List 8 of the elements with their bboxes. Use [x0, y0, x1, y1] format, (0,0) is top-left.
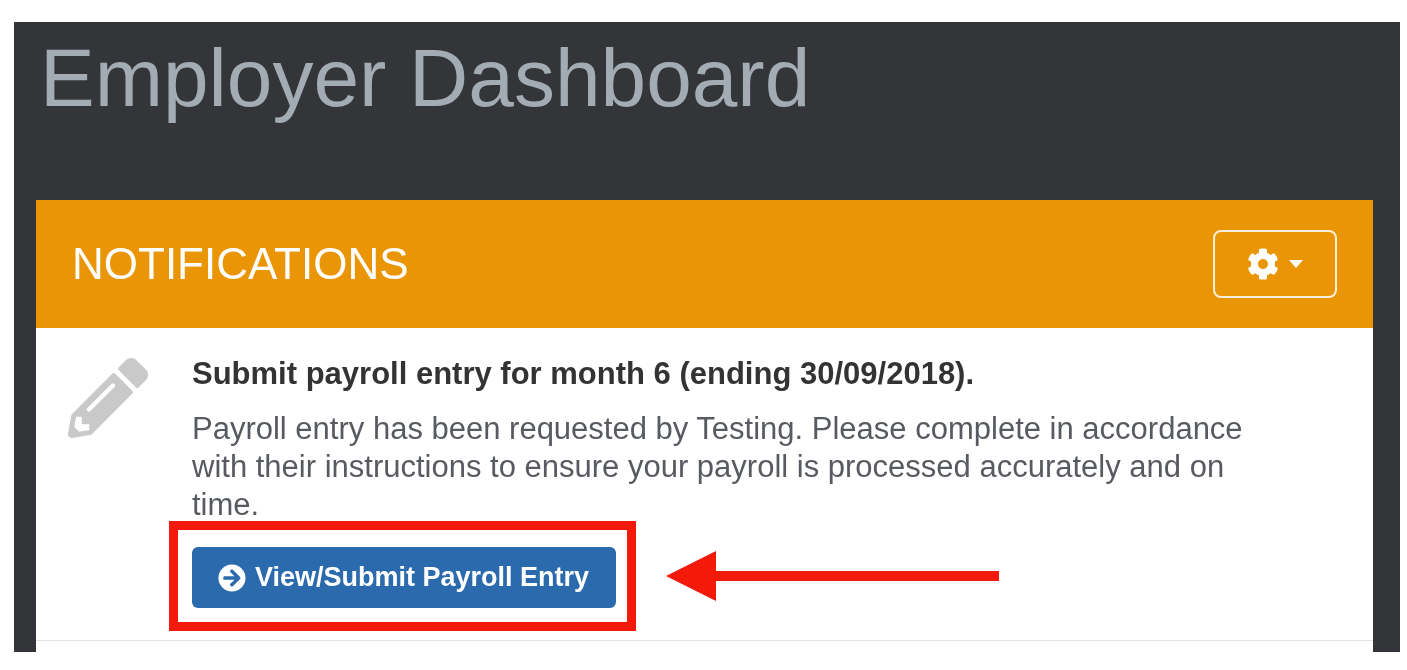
settings-dropdown-button[interactable] — [1213, 230, 1337, 298]
view-submit-button[interactable]: View/Submit Payroll Entry — [192, 547, 617, 608]
settings-icon — [1247, 248, 1279, 280]
notification-message: Payroll entry has been requested by Testing. Please complete in accordance with their instructions to ensure your payroll is processed accurately and on time. — [192, 410, 1244, 524]
caret-icon — [1289, 260, 1303, 268]
pencil-icon — [68, 358, 148, 438]
notification-title: Submit payroll entry for month 6 (ending 30/09/2018). — [192, 356, 976, 392]
card-title: NOTIFICATIONS — [72, 239, 409, 289]
